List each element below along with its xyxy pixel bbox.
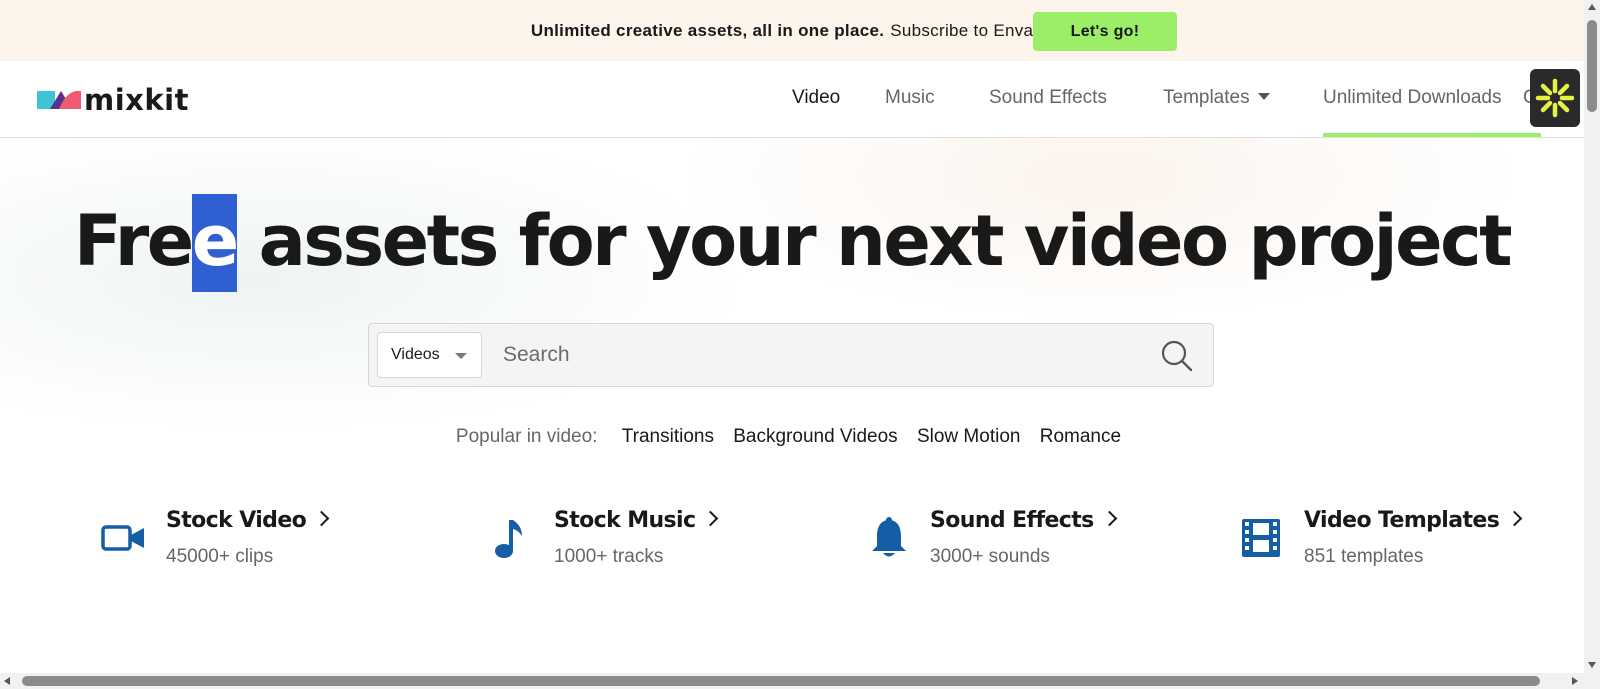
search-input[interactable]: [497, 332, 1117, 378]
search-bar: Videos: [368, 323, 1214, 387]
search-icon[interactable]: [1159, 338, 1195, 374]
category-title-text: Video Templates: [1304, 508, 1500, 533]
scroll-right-icon[interactable]: [1572, 677, 1578, 685]
category-stock-video[interactable]: Stock Video 45000+ clips: [101, 508, 341, 578]
vertical-scroll-thumb[interactable]: [1587, 20, 1597, 112]
nav-templates[interactable]: Templates: [1163, 87, 1270, 109]
category-title: Stock Video: [166, 508, 330, 533]
category-title: Sound Effects: [930, 508, 1117, 533]
hero-title-part2: assets for your next video project: [236, 200, 1513, 282]
search-category-value: Videos: [391, 346, 440, 363]
nav-templates-label: Templates: [1163, 87, 1250, 108]
caret-down-icon: [1257, 93, 1270, 100]
category-title-text: Stock Music: [554, 508, 696, 533]
film-strip-icon: [1242, 519, 1280, 557]
lets-go-button[interactable]: Let's go!: [1033, 12, 1177, 51]
promo-banner: Unlimited creative assets, all in one pl…: [0, 0, 1584, 61]
popular-link-slow-motion[interactable]: Slow Motion: [917, 426, 1021, 447]
hero-title: Free assets for your next video project: [0, 194, 1584, 292]
horizontal-scroll-thumb[interactable]: [22, 676, 1540, 686]
bell-icon: [872, 517, 906, 557]
scroll-up-icon[interactable]: [1588, 4, 1596, 10]
scroll-down-icon[interactable]: [1588, 662, 1596, 668]
popular-searches: Popular in video: Transitions Background…: [0, 426, 1584, 448]
page-viewport: Unlimited creative assets, all in one pl…: [0, 0, 1584, 673]
chevron-right-icon: [1101, 510, 1117, 527]
extension-badge[interactable]: [1530, 69, 1580, 127]
popular-link-background-videos[interactable]: Background Videos: [733, 426, 897, 447]
category-title: Video Templates: [1304, 508, 1523, 533]
category-subtitle: 45000+ clips: [166, 546, 274, 567]
chevron-right-icon: [1506, 510, 1523, 527]
site-header: mixkit Video Music Sound Effects Templat…: [0, 61, 1584, 138]
category-sound-effects[interactable]: Sound Effects 3000+ sounds: [867, 508, 1127, 578]
category-subtitle: 3000+ sounds: [930, 546, 1050, 567]
category-stock-music[interactable]: Stock Music 1000+ tracks: [492, 508, 732, 578]
scrollbar-corner: [1584, 673, 1600, 689]
vertical-scrollbar[interactable]: [1584, 0, 1600, 673]
promo-subtext: Subscribe to Envato.: [890, 20, 1054, 40]
category-title-text: Sound Effects: [930, 508, 1094, 533]
horizontal-scrollbar[interactable]: [0, 673, 1584, 689]
popular-link-romance[interactable]: Romance: [1040, 426, 1121, 447]
chevron-right-icon: [313, 510, 330, 527]
caret-down-icon: [455, 353, 467, 359]
chevron-right-icon: [703, 510, 719, 527]
nav-active-underline: [1323, 133, 1541, 137]
scroll-left-icon[interactable]: [4, 677, 10, 685]
nav-music[interactable]: Music: [885, 87, 935, 109]
main-nav: Video Music Sound Effects Templates Unli…: [0, 61, 1584, 138]
category-subtitle: 851 templates: [1304, 546, 1424, 567]
selected-text: e: [191, 194, 239, 292]
video-camera-icon: [101, 525, 144, 551]
category-video-templates[interactable]: Video Templates 851 templates: [1240, 508, 1540, 578]
hero-section: Free assets for your next video project …: [0, 138, 1584, 673]
popular-link-transitions[interactable]: Transitions: [622, 426, 714, 447]
popular-label: Popular in video:: [455, 426, 598, 447]
category-subtitle: 1000+ tracks: [554, 546, 664, 567]
category-title: Stock Music: [554, 508, 719, 533]
nav-video[interactable]: Video: [792, 87, 840, 109]
music-note-icon: [495, 520, 522, 558]
promo-headline: Unlimited creative assets, all in one pl…: [530, 20, 885, 40]
sunburst-icon: [1535, 78, 1575, 118]
nav-sound-effects[interactable]: Sound Effects: [989, 87, 1107, 109]
search-category-select[interactable]: Videos: [377, 332, 482, 378]
hero-title-part1: Fre: [73, 200, 194, 282]
nav-unlimited-downloads[interactable]: Unlimited Downloads: [1323, 87, 1501, 109]
category-title-text: Stock Video: [166, 508, 307, 533]
